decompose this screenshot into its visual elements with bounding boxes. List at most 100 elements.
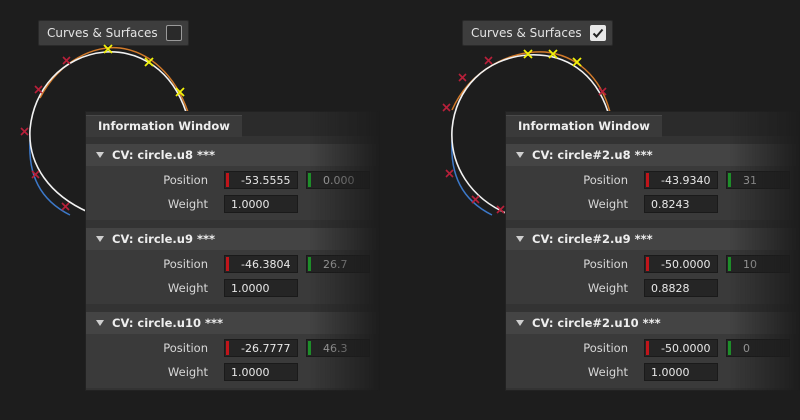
position-y-field[interactable]: 0 bbox=[726, 339, 790, 357]
x-axis-marker bbox=[646, 341, 649, 355]
position-x-value: -50.0000 bbox=[661, 341, 711, 355]
position-y-field[interactable]: 0.000 bbox=[306, 171, 370, 189]
cv-marker bbox=[62, 56, 71, 65]
position-label: Position bbox=[583, 341, 628, 355]
position-label: Position bbox=[583, 257, 628, 271]
y-axis-marker bbox=[308, 341, 311, 355]
tab-bar: Information Window bbox=[86, 112, 379, 137]
section-header[interactable]: CV: circle#2.u10 *** bbox=[506, 312, 799, 334]
weight-field[interactable]: 0.8243 bbox=[644, 195, 718, 213]
cv-markers-red bbox=[20, 56, 71, 211]
position-x-field[interactable]: -43.9340 bbox=[644, 171, 718, 189]
y-axis-marker bbox=[728, 341, 731, 355]
cv-marker-selected bbox=[523, 49, 533, 59]
position-label: Position bbox=[163, 341, 208, 355]
position-x-field[interactable]: -46.3804 bbox=[224, 255, 298, 273]
section-body: Position -50.0000 0 Weight 1.0000 bbox=[506, 334, 799, 388]
orange-curve bbox=[39, 46, 189, 113]
weight-label: Weight bbox=[587, 365, 628, 379]
section-header[interactable]: CV: circle.u8 *** bbox=[86, 144, 379, 166]
orange-curve bbox=[451, 51, 611, 113]
expand-triangle-icon[interactable] bbox=[96, 320, 104, 326]
position-x-field[interactable]: -50.0000 bbox=[644, 339, 718, 357]
cv-marker bbox=[445, 169, 454, 178]
curves-surfaces-checkbox[interactable] bbox=[589, 25, 606, 41]
position-y-value: 26.7 bbox=[323, 257, 348, 271]
information-window-right: Information Window CV: circle#2.u8 *** P… bbox=[505, 111, 800, 391]
blue-curve-segment bbox=[451, 139, 493, 216]
x-axis-marker bbox=[226, 173, 229, 187]
position-y-field[interactable]: 10 bbox=[726, 255, 790, 273]
weight-field[interactable]: 1.0000 bbox=[644, 363, 718, 381]
section-title: CV: circle.u10 *** bbox=[112, 316, 224, 330]
weight-label: Weight bbox=[167, 365, 208, 379]
section-title: CV: circle#2.u8 *** bbox=[532, 148, 653, 162]
position-label: Position bbox=[163, 257, 208, 271]
position-x-field[interactable]: -26.7777 bbox=[224, 339, 298, 357]
section-title: CV: circle.u8 *** bbox=[112, 148, 216, 162]
position-x-field[interactable]: -53.5555 bbox=[224, 171, 298, 189]
y-axis-marker bbox=[728, 257, 731, 271]
position-x-value: -26.7777 bbox=[241, 341, 291, 355]
x-axis-marker bbox=[646, 173, 649, 187]
weight-label: Weight bbox=[587, 281, 628, 295]
section-title: CV: circle#2.u9 *** bbox=[532, 232, 653, 246]
cv-marker bbox=[34, 85, 43, 94]
expand-triangle-icon[interactable] bbox=[516, 320, 524, 326]
cv-marker bbox=[458, 73, 467, 82]
section-body: Position -26.7777 46.3 Weight 1.0000 bbox=[86, 334, 379, 388]
weight-field[interactable]: 0.8828 bbox=[644, 279, 718, 297]
section-header[interactable]: CV: circle.u9 *** bbox=[86, 228, 379, 250]
curves-surfaces-toggle[interactable]: Curves & Surfaces bbox=[462, 20, 613, 46]
tab-bar: Information Window bbox=[506, 112, 799, 137]
position-x-value: -53.5555 bbox=[241, 173, 291, 187]
section-body: Position -43.9340 31 Weight 0.8243 bbox=[506, 166, 799, 220]
y-axis-marker bbox=[308, 173, 311, 187]
tab-information-window[interactable]: Information Window bbox=[506, 115, 662, 137]
position-y-field[interactable]: 26.7 bbox=[306, 255, 370, 273]
weight-field[interactable]: 1.0000 bbox=[224, 279, 298, 297]
position-y-field[interactable]: 31 bbox=[726, 171, 790, 189]
section-header[interactable]: CV: circle#2.u9 *** bbox=[506, 228, 799, 250]
position-y-value: 46.3 bbox=[323, 341, 348, 355]
position-x-field[interactable]: -50.0000 bbox=[644, 255, 718, 273]
position-y-field[interactable]: 46.3 bbox=[306, 339, 370, 357]
weight-label: Weight bbox=[587, 197, 628, 211]
x-axis-marker bbox=[646, 257, 649, 271]
y-axis-marker bbox=[308, 257, 311, 271]
expand-triangle-icon[interactable] bbox=[516, 152, 524, 158]
expand-triangle-icon[interactable] bbox=[96, 236, 104, 242]
weight-label: Weight bbox=[167, 281, 208, 295]
section-header[interactable]: CV: circle#2.u8 *** bbox=[506, 144, 799, 166]
expand-triangle-icon[interactable] bbox=[516, 236, 524, 242]
toggle-label: Curves & Surfaces bbox=[471, 26, 582, 40]
checkmark-icon bbox=[592, 28, 603, 38]
position-x-value: -50.0000 bbox=[661, 257, 711, 271]
expand-triangle-icon[interactable] bbox=[96, 152, 104, 158]
cv-marker bbox=[61, 202, 70, 211]
section-title: CV: circle#2.u10 *** bbox=[532, 316, 661, 330]
blue-curve-segment bbox=[29, 139, 71, 216]
position-y-value: 0.000 bbox=[323, 173, 355, 187]
section-body: Position -46.3804 26.7 Weight 1.0000 bbox=[86, 250, 379, 304]
position-x-value: -46.3804 bbox=[241, 257, 291, 271]
position-label: Position bbox=[583, 173, 628, 187]
weight-field[interactable]: 1.0000 bbox=[224, 363, 298, 381]
section-title: CV: circle.u9 *** bbox=[112, 232, 216, 246]
position-x-value: -43.9340 bbox=[661, 173, 711, 187]
cv-marker bbox=[484, 56, 493, 65]
information-window-left: Information Window CV: circle.u8 *** Pos… bbox=[85, 111, 380, 391]
tab-information-window[interactable]: Information Window bbox=[86, 115, 242, 137]
cv-marker bbox=[442, 103, 451, 112]
section-body: Position -53.5555 0.000 Weight 1.0000 bbox=[86, 166, 379, 220]
x-axis-marker bbox=[226, 257, 229, 271]
weight-label: Weight bbox=[167, 197, 208, 211]
x-axis-marker bbox=[226, 341, 229, 355]
position-label: Position bbox=[163, 173, 208, 187]
weight-field[interactable]: 1.0000 bbox=[224, 195, 298, 213]
cv-marker bbox=[20, 127, 29, 136]
y-axis-marker bbox=[728, 173, 731, 187]
position-y-value: 0 bbox=[743, 341, 750, 355]
position-y-value: 31 bbox=[743, 173, 757, 187]
section-header[interactable]: CV: circle.u10 *** bbox=[86, 312, 379, 334]
